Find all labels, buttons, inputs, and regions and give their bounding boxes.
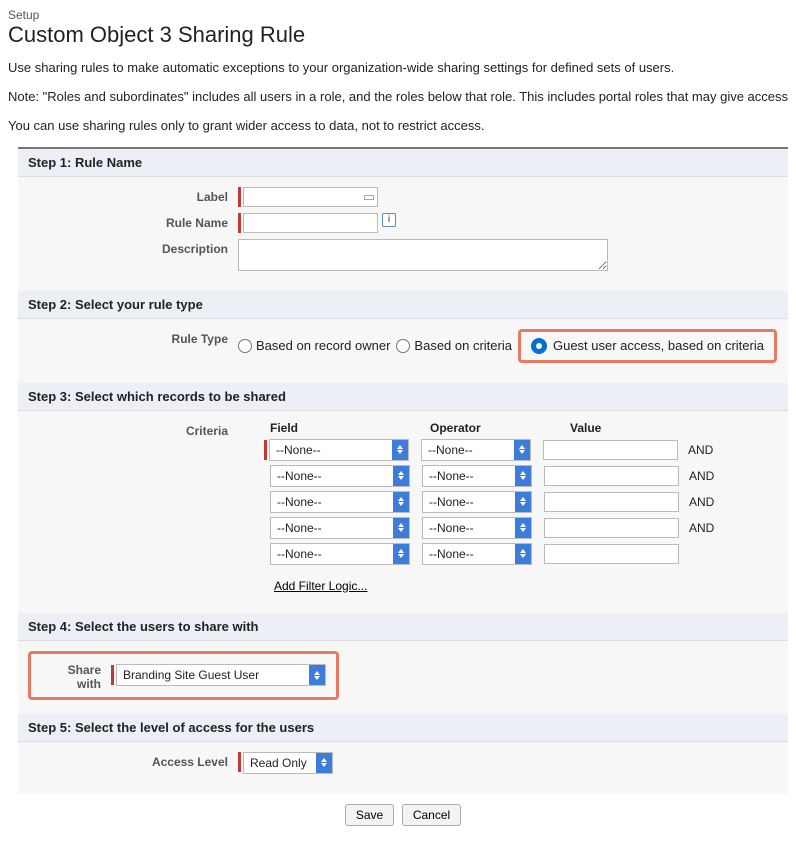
col-field: Field [270, 421, 430, 435]
rule-type-owner[interactable]: Based on record owner [238, 338, 390, 353]
chevron-updown-icon [393, 518, 409, 538]
rule-type-criteria[interactable]: Based on criteria [396, 338, 512, 353]
required-indicator [238, 187, 241, 207]
radio-guest-label: Guest user access, based on criteria [553, 338, 764, 353]
required-indicator [111, 665, 114, 685]
chevron-updown-icon [309, 665, 325, 685]
and-label: AND [679, 521, 729, 535]
criteria-row: --None-- --None-- [270, 543, 750, 565]
chevron-updown-icon [515, 466, 531, 486]
step1-header: Step 1: Rule Name [18, 149, 788, 177]
and-label: AND [679, 469, 729, 483]
rule-type-label: Rule Type [28, 329, 238, 346]
description-input[interactable] [238, 239, 608, 271]
intro-text: Use sharing rules to make automatic exce… [8, 60, 788, 135]
step5-header: Step 5: Select the level of access for t… [18, 714, 788, 742]
field-select-1[interactable]: --None-- [269, 439, 409, 461]
required-indicator [238, 752, 241, 772]
operator-select-1[interactable]: --None-- [421, 439, 531, 461]
step3-header: Step 3: Select which records to be share… [18, 383, 788, 411]
radio-criteria[interactable] [396, 339, 410, 353]
breadcrumb: Setup [8, 8, 788, 22]
radio-guest[interactable] [531, 338, 547, 354]
criteria-label: Criteria [28, 421, 238, 438]
value-input-5[interactable] [544, 544, 679, 564]
and-label: AND [679, 495, 729, 509]
col-operator: Operator [430, 421, 570, 435]
page-title: Custom Object 3 Sharing Rule [8, 22, 788, 48]
operator-select-4[interactable]: --None-- [422, 517, 532, 539]
value-input-2[interactable] [544, 466, 679, 486]
highlight-guest-rule-type: Guest user access, based on criteria [518, 329, 777, 363]
field-select-4[interactable]: --None-- [270, 517, 410, 539]
chevron-updown-icon [393, 466, 409, 486]
field-select-3[interactable]: --None-- [270, 491, 410, 513]
radio-owner[interactable] [238, 339, 252, 353]
contact-card-icon[interactable]: ▭ [363, 189, 375, 205]
field-select-5[interactable]: --None-- [270, 543, 410, 565]
value-input-3[interactable] [544, 492, 679, 512]
label-input[interactable] [243, 187, 378, 207]
chevron-updown-icon [515, 518, 531, 538]
intro-1: Use sharing rules to make automatic exce… [8, 60, 788, 77]
step2-header: Step 2: Select your rule type [18, 291, 788, 319]
step4-header: Step 4: Select the users to share with [18, 613, 788, 641]
chevron-updown-icon [392, 440, 408, 460]
required-indicator [238, 213, 241, 233]
radio-owner-label: Based on record owner [256, 338, 390, 353]
rule-type-guest[interactable]: Guest user access, based on criteria [531, 338, 764, 354]
chevron-updown-icon [393, 544, 409, 564]
access-level-select[interactable]: Read Only [243, 752, 333, 774]
chevron-updown-icon [515, 544, 531, 564]
field-select-2[interactable]: --None-- [270, 465, 410, 487]
add-filter-logic-link[interactable]: Add Filter Logic... [274, 579, 367, 593]
operator-select-3[interactable]: --None-- [422, 491, 532, 513]
info-icon[interactable]: i [382, 213, 396, 227]
value-input-1[interactable] [543, 440, 678, 460]
chevron-updown-icon [515, 492, 531, 512]
share-with-select[interactable]: Branding Site Guest User [116, 664, 326, 686]
rule-name-label: Rule Name [28, 213, 238, 230]
col-value: Value [570, 421, 700, 435]
criteria-row: --None-- --None-- AND [270, 465, 750, 487]
criteria-row: --None-- --None-- AND [270, 491, 750, 513]
chevron-updown-icon [316, 753, 332, 773]
intro-3: You can use sharing rules only to grant … [8, 118, 788, 135]
label-label: Label [28, 187, 238, 204]
and-label: AND [678, 443, 728, 457]
operator-select-5[interactable]: --None-- [422, 543, 532, 565]
required-indicator [264, 440, 267, 460]
highlight-share-with: Share with Branding Site Guest User [28, 651, 339, 700]
criteria-row: --None-- --None-- AND [270, 517, 750, 539]
chevron-updown-icon [514, 440, 530, 460]
cancel-button[interactable]: Cancel [402, 804, 461, 826]
criteria-row: --None-- --None-- AND [270, 439, 750, 461]
intro-2: Note: "Roles and subordinates" includes … [8, 89, 788, 106]
save-button[interactable]: Save [345, 804, 394, 826]
radio-criteria-label: Based on criteria [414, 338, 512, 353]
rule-name-input[interactable] [243, 213, 378, 233]
share-with-label: Share with [41, 660, 111, 691]
operator-select-2[interactable]: --None-- [422, 465, 532, 487]
chevron-updown-icon [393, 492, 409, 512]
access-level-label: Access Level [28, 752, 238, 769]
value-input-4[interactable] [544, 518, 679, 538]
description-label: Description [28, 239, 238, 256]
